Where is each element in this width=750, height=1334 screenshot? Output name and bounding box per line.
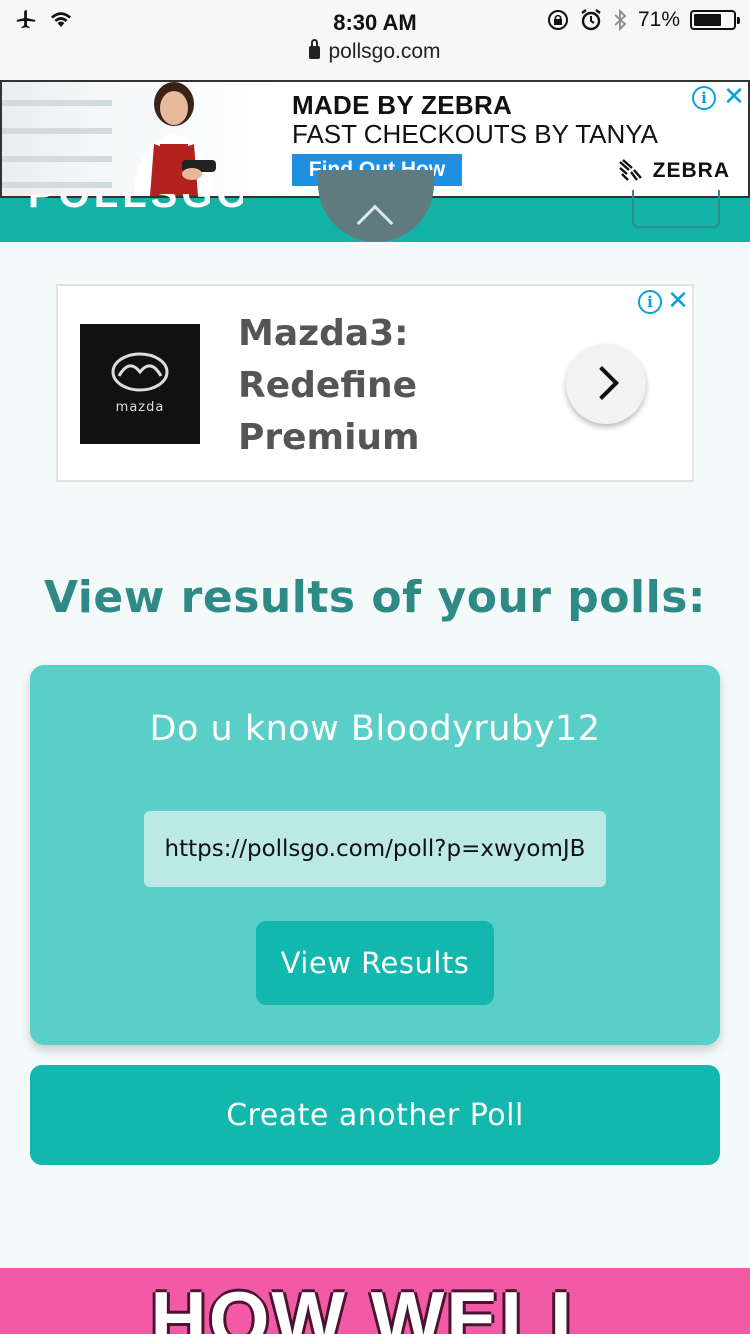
battery-icon xyxy=(690,10,740,30)
ad-subheadline: FAST CHECKOUTS BY TANYA xyxy=(292,119,659,149)
zebra-logo-icon xyxy=(618,159,642,181)
bluetooth-icon xyxy=(614,8,627,32)
url-text: pollsgo.com xyxy=(328,40,441,63)
address-bar[interactable]: pollsgo.com xyxy=(0,39,750,64)
menu-button[interactable] xyxy=(632,190,720,228)
status-right: 71% xyxy=(546,8,740,32)
mazda-wordmark: mazda xyxy=(115,400,165,415)
poll-title: Do u know Bloodyruby12 xyxy=(149,709,601,749)
poll-link-field[interactable] xyxy=(144,811,606,887)
site-logo[interactable]: POLLSGO xyxy=(28,194,243,212)
poll-card: Do u know Bloodyruby12 View Results xyxy=(30,665,720,1045)
chevron-right-icon xyxy=(585,366,619,400)
chevron-up-icon xyxy=(356,204,394,242)
mazda-ad-arrow-button[interactable] xyxy=(566,344,646,424)
lock-icon xyxy=(309,39,321,59)
battery-fill xyxy=(694,14,721,26)
battery-percent: 71% xyxy=(637,8,680,31)
section-title: View results of your polls: xyxy=(44,572,706,623)
bottom-banner[interactable]: HOW WELL xyxy=(0,1268,750,1334)
ad-info-icon[interactable]: i xyxy=(692,86,716,110)
ad-info-icon[interactable]: i xyxy=(638,290,662,314)
mazda-ad-headline: Mazda3: Redefine Premium xyxy=(238,313,420,458)
ad-headline: MADE BY ZEBRA xyxy=(292,90,513,120)
orientation-lock-icon xyxy=(547,10,568,30)
ad-brand-logo: ZEBRA xyxy=(617,158,730,184)
create-poll-button[interactable]: Create another Poll xyxy=(30,1065,720,1165)
ad-brand-name: ZEBRA xyxy=(652,159,730,182)
ad-person-image xyxy=(134,82,216,196)
ad-close-icon[interactable]: ✕ xyxy=(666,288,690,314)
view-results-button[interactable]: View Results xyxy=(256,921,494,1005)
mazda-ad[interactable]: mazda Mazda3: Redefine Premium i ✕ xyxy=(56,284,694,482)
alarm-icon xyxy=(581,9,601,31)
bottom-banner-text: HOW WELL xyxy=(150,1275,600,1334)
ad-close-icon[interactable]: ✕ xyxy=(722,84,746,110)
status-bar: 8:30 AM 71% pollsgo.com xyxy=(0,0,750,80)
mazda-logo: mazda xyxy=(80,324,200,444)
mazda-emblem-icon xyxy=(111,352,169,392)
